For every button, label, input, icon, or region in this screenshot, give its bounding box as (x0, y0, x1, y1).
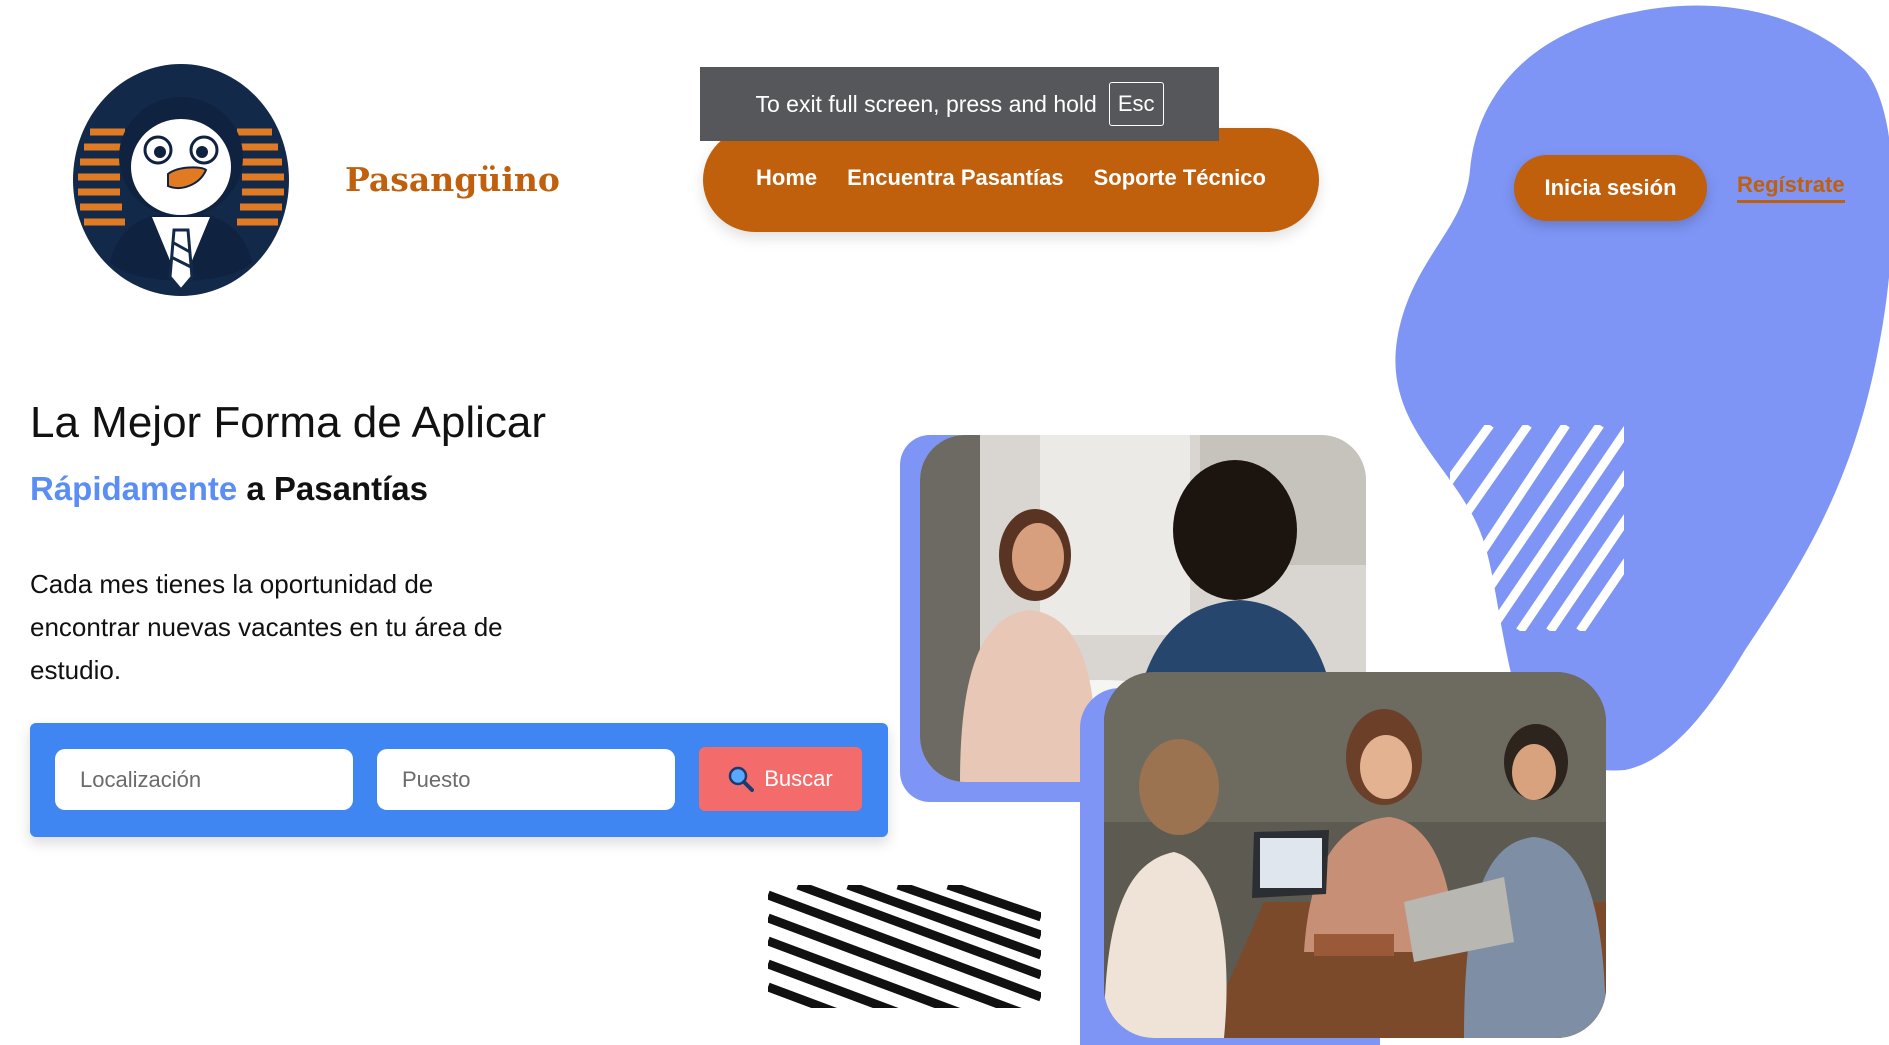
search-button[interactable]: Buscar (699, 747, 862, 811)
hero-title: La Mejor Forma de Aplicar (30, 398, 546, 447)
location-input[interactable] (55, 749, 353, 810)
landing-page: Pasangüino Home Encuentra Pasantías Sopo… (0, 0, 1889, 1045)
fullscreen-exit-notice: To exit full screen, press and hold Esc (700, 67, 1219, 141)
penguin-logo-icon[interactable] (70, 62, 292, 298)
nav-item-home[interactable]: Home (756, 165, 817, 191)
search-button-label: Buscar (764, 766, 833, 791)
decorative-stripes-black (768, 885, 1041, 1008)
hero-subtitle-accent: Rápidamente (30, 470, 238, 507)
hero-subtitle: Rápidamente a Pasantías (30, 470, 428, 508)
search-panel: Buscar (30, 723, 888, 837)
decorative-blob (1395, 5, 1889, 771)
nav-item-soporte-tecnico[interactable]: Soporte Técnico (1094, 165, 1266, 191)
register-link[interactable]: Regístrate (1737, 172, 1845, 203)
hero-subtitle-rest: a Pasantías (237, 470, 428, 507)
magnifier-icon (729, 766, 755, 792)
fullscreen-notice-text: To exit full screen, press and hold (755, 90, 1097, 117)
login-button[interactable]: Inicia sesión (1514, 155, 1707, 221)
team-meeting-photo (1104, 672, 1606, 1038)
brand-name[interactable]: Pasangüino (345, 160, 560, 199)
main-nav: Home Encuentra Pasantías Soporte Técnico (703, 128, 1319, 232)
esc-key-hint: Esc (1108, 82, 1164, 126)
nav-item-encuentra-pasantias[interactable]: Encuentra Pasantías (847, 165, 1063, 191)
hero-description: Cada mes tienes la oportunidad de encont… (30, 569, 503, 685)
decorative-stripes-white (1450, 425, 1624, 631)
position-input[interactable] (377, 749, 675, 810)
